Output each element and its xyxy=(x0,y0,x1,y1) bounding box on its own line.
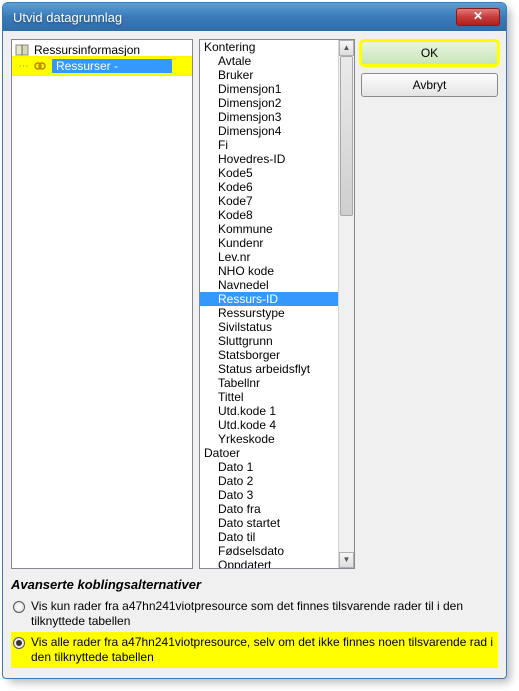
dialog-buttons: OK Avbryt xyxy=(361,39,498,569)
list-item[interactable]: Kommune xyxy=(200,222,338,236)
list-item[interactable]: Yrkeskode xyxy=(200,432,338,446)
radio-icon[interactable] xyxy=(13,601,25,613)
cancel-button[interactable]: Avbryt xyxy=(361,73,498,97)
scroll-down-button[interactable]: ▼ xyxy=(339,552,354,568)
scroll-up-button[interactable]: ▲ xyxy=(339,40,354,56)
list-item[interactable]: Oppdatert xyxy=(200,558,338,568)
tree-view[interactable]: Ressursinformasjon ⋯ Ressurser - xyxy=(11,39,193,569)
link-icon xyxy=(32,58,48,74)
list-item[interactable]: Hovedres-ID xyxy=(200,152,338,166)
list-item[interactable]: Fi xyxy=(200,138,338,152)
vertical-scrollbar[interactable]: ▲ ▼ xyxy=(338,40,354,568)
list-item[interactable]: Tabellnr xyxy=(200,376,338,390)
list-item[interactable]: Dato 1 xyxy=(200,460,338,474)
list-item[interactable]: Dato fra xyxy=(200,502,338,516)
list-item[interactable]: Utd.kode 1 xyxy=(200,404,338,418)
field-list[interactable]: KonteringAvtaleBrukerDimensjon1Dimensjon… xyxy=(199,39,355,569)
book-icon xyxy=(14,42,30,58)
tree-item-label: Ressurser - xyxy=(52,59,172,73)
list-item[interactable]: Ressurs-ID xyxy=(200,292,338,306)
tree-item-ressurser[interactable]: ⋯ Ressurser - xyxy=(12,58,192,74)
dialog-window: Utvid datagrunnlag ✕ Ressursinformasjon xyxy=(2,2,507,679)
list-item[interactable]: Kode6 xyxy=(200,180,338,194)
list-item[interactable]: Dimensjon4 xyxy=(200,124,338,138)
scroll-thumb[interactable] xyxy=(340,56,353,216)
list-item[interactable]: Sluttgrunn xyxy=(200,334,338,348)
tree-root[interactable]: Ressursinformasjon xyxy=(12,42,192,58)
list-item[interactable]: Bruker xyxy=(200,68,338,82)
list-item[interactable]: Lev.nr xyxy=(200,250,338,264)
close-button[interactable]: ✕ xyxy=(456,8,500,26)
advanced-title: Avanserte koblingsalternativer xyxy=(11,577,498,592)
list-item[interactable]: Dato 2 xyxy=(200,474,338,488)
list-item[interactable]: Avtale xyxy=(200,54,338,68)
advanced-options: Avanserte koblingsalternativer Vis kun r… xyxy=(11,577,498,668)
radio-option-matched-only[interactable]: Vis kun rader fra a47hn241viotpresource … xyxy=(11,596,498,632)
list-item[interactable]: Fødselsdato xyxy=(200,544,338,558)
list-item[interactable]: Ressurstype xyxy=(200,306,338,320)
tree-connector-icon: ⋯ xyxy=(14,61,32,72)
close-icon: ✕ xyxy=(473,9,483,23)
window-title: Utvid datagrunnlag xyxy=(13,10,456,25)
radio-label: Vis kun rader fra a47hn241viotpresource … xyxy=(31,599,496,629)
list-item[interactable]: Tittel xyxy=(200,390,338,404)
radio-label: Vis alle rader fra a47hn241viotpresource… xyxy=(31,635,496,665)
list-group-header[interactable]: Datoer xyxy=(200,446,338,460)
list-item[interactable]: Statsborger xyxy=(200,348,338,362)
list-item[interactable]: Status arbeidsflyt xyxy=(200,362,338,376)
list-item[interactable]: Dato til xyxy=(200,530,338,544)
scroll-track[interactable] xyxy=(339,56,354,552)
tree-root-label: Ressursinformasjon xyxy=(32,43,142,57)
list-item[interactable]: Kode5 xyxy=(200,166,338,180)
titlebar[interactable]: Utvid datagrunnlag ✕ xyxy=(3,3,506,31)
list-item[interactable]: Dimensjon2 xyxy=(200,96,338,110)
list-item[interactable]: Dimensjon1 xyxy=(200,82,338,96)
list-item[interactable]: Kode7 xyxy=(200,194,338,208)
list-item[interactable]: Navnedel xyxy=(200,278,338,292)
ok-button[interactable]: OK xyxy=(361,41,498,65)
list-item[interactable]: Utd.kode 4 xyxy=(200,418,338,432)
list-item[interactable]: Kode8 xyxy=(200,208,338,222)
list-item[interactable]: Dimensjon3 xyxy=(200,110,338,124)
list-item[interactable]: Dato startet xyxy=(200,516,338,530)
list-item[interactable]: NHO kode xyxy=(200,264,338,278)
list-item[interactable]: Dato 3 xyxy=(200,488,338,502)
list-group-header[interactable]: Kontering xyxy=(200,40,338,54)
radio-icon[interactable] xyxy=(13,637,25,649)
radio-option-all-rows[interactable]: Vis alle rader fra a47hn241viotpresource… xyxy=(11,632,498,668)
list-item[interactable]: Sivilstatus xyxy=(200,320,338,334)
list-item[interactable]: Kundenr xyxy=(200,236,338,250)
